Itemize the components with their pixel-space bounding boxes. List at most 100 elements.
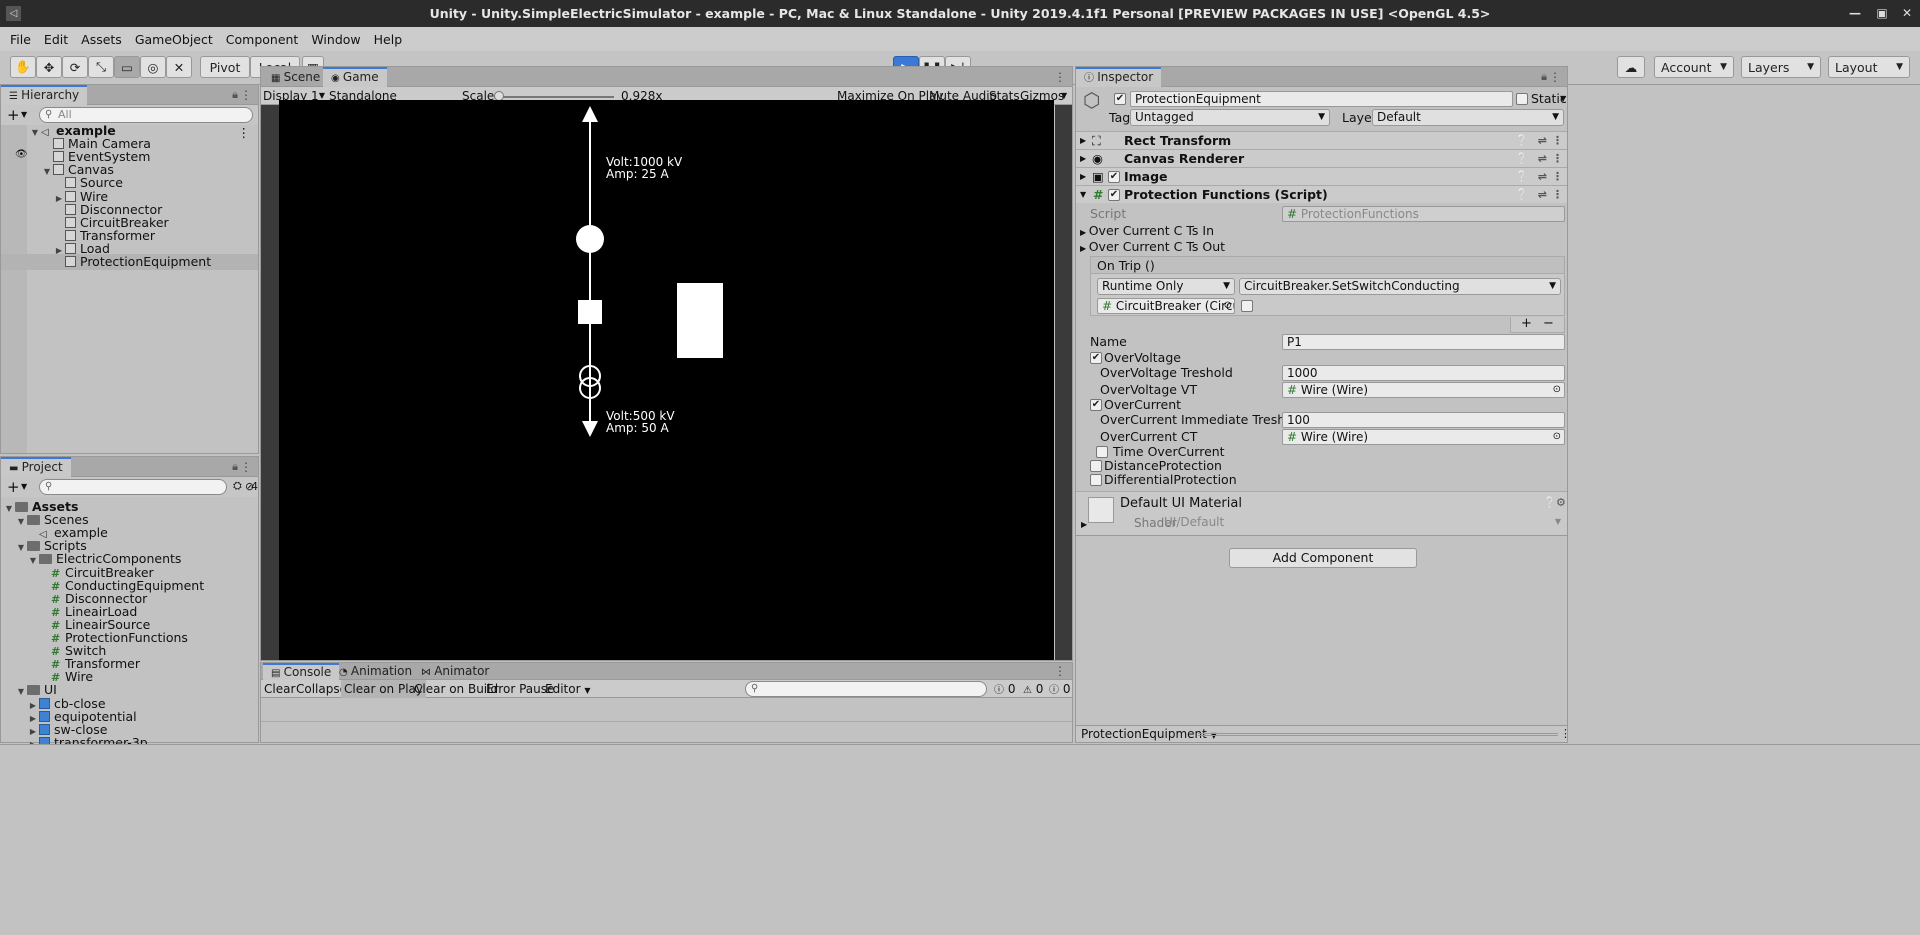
add-icon[interactable]: + — [7, 478, 20, 496]
tab-animation[interactable]: ◔ Animation — [331, 663, 420, 680]
ov-treshold-input[interactable]: 1000 — [1282, 365, 1565, 381]
preset-icon[interactable]: ⇌ — [1538, 150, 1547, 168]
pivot-button[interactable]: Pivot — [200, 56, 250, 78]
distance-checkbox[interactable] — [1090, 460, 1102, 472]
minimize-icon[interactable]: — — [1844, 0, 1866, 27]
filter-icon[interactable]: ⛭ — [233, 479, 242, 493]
kebab-icon[interactable]: ⋮ — [1552, 186, 1563, 204]
object-picker-icon[interactable]: ⊙ — [1553, 383, 1561, 397]
hierarchy-item[interactable]: ProtectionEquipment — [1, 254, 258, 270]
object-picker-icon[interactable]: ⊙ — [1224, 299, 1232, 313]
image-enabled-checkbox[interactable]: ✔ — [1108, 171, 1120, 183]
remove-listener-icon[interactable]: − — [1543, 317, 1554, 331]
menu-help[interactable]: Help — [374, 32, 403, 47]
help-icon[interactable]: ❔ — [1515, 150, 1529, 168]
kebab-icon[interactable]: ⋮ — [1054, 664, 1066, 678]
tab-scene[interactable]: ▦ Scene — [263, 67, 328, 87]
kebab-icon[interactable]: ⋮ — [1560, 727, 1571, 740]
preview-dropdown[interactable]: ProtectionEquipment ▼ — [1081, 727, 1217, 741]
tab-hierarchy[interactable]: ☰ Hierarchy — [1, 85, 88, 105]
preset-icon[interactable]: ⇌ — [1538, 168, 1547, 186]
preset-icon[interactable]: ⇌ — [1538, 132, 1547, 150]
help-icon[interactable]: ❔ — [1515, 132, 1529, 150]
ct-out-foldout[interactable]: ▶ Over Current C Ts Out — [1080, 238, 1567, 256]
add-listener-icon[interactable]: + — [1521, 317, 1532, 331]
lock-icon[interactable]: 🔒︎ — [232, 460, 238, 474]
kebab-icon[interactable]: ⋮ — [240, 88, 252, 102]
tab-project[interactable]: ▬ Project — [1, 457, 71, 477]
warning-count[interactable]: ⚠ 0 — [1023, 680, 1043, 700]
kebab-icon[interactable]: ⋮ — [1054, 70, 1066, 84]
preset-icon[interactable]: ⇌ — [1538, 186, 1547, 204]
move-tool-icon[interactable]: ✥ — [36, 56, 62, 78]
component-protection-functions[interactable]: ▼ # ✔ Protection Functions (Script) ❔ ⇌ ⋮ — [1076, 185, 1567, 203]
tab-game[interactable]: ◉ Game — [323, 67, 387, 87]
tag-dropdown[interactable]: Untagged ▼ — [1130, 109, 1330, 126]
kebab-icon[interactable]: ⋮ — [240, 460, 252, 474]
help-icon[interactable]: ❔ — [1515, 186, 1529, 204]
menu-window[interactable]: Window — [311, 32, 360, 47]
component-image[interactable]: ▶ ▣ ✔ Image ❔ ⇌ ⋮ — [1076, 167, 1567, 185]
kebab-icon[interactable]: ⋮ — [1552, 132, 1563, 150]
console-search-input[interactable]: ⚲ — [745, 681, 987, 697]
differential-checkbox[interactable] — [1090, 474, 1102, 486]
event-bool-checkbox[interactable] — [1241, 300, 1253, 312]
component-canvas-renderer[interactable]: ▶ ◉ Canvas Renderer ❔ ⇌ ⋮ — [1076, 149, 1567, 167]
error-count[interactable]: ⓘ 0 — [1049, 680, 1070, 700]
tab-console[interactable]: ▤ Console — [263, 663, 340, 680]
chevron-down-icon[interactable]: ▼ — [21, 110, 27, 119]
active-checkbox[interactable]: ✔ — [1114, 93, 1126, 105]
rotate-tool-icon[interactable]: ⟳ — [62, 56, 88, 78]
maximize-icon[interactable]: ▣ — [1871, 0, 1893, 27]
runtime-dropdown[interactable]: Runtime Only ▼ — [1097, 278, 1235, 295]
lock-icon[interactable]: 🔒︎ — [1541, 70, 1547, 84]
kebab-icon[interactable]: ⋮ — [1549, 70, 1561, 84]
target-object-field[interactable]: # CircuitBreaker (CircuitBr⊙ — [1097, 298, 1235, 314]
chevron-down-icon[interactable]: ▼ — [21, 482, 27, 491]
project-search-input[interactable]: ⚲ — [39, 479, 227, 495]
preview-drag-handle[interactable] — [1198, 733, 1558, 736]
chevron-down-icon[interactable]: ▼ — [1061, 91, 1067, 100]
expand-arrow-icon[interactable]: ▶ — [1081, 520, 1087, 529]
menu-edit[interactable]: Edit — [44, 32, 68, 47]
function-dropdown[interactable]: CircuitBreaker.SetSwitchConducting ▼ — [1239, 278, 1561, 295]
account-dropdown[interactable]: Account ▼ — [1654, 56, 1734, 78]
kebab-icon[interactable]: ⋮ — [1552, 168, 1563, 186]
name-input[interactable]: P1 — [1282, 334, 1565, 350]
component-rect-transform[interactable]: ▶ ⛶ Rect Transform ❔ ⇌ ⋮ — [1076, 131, 1567, 149]
visibility-icon[interactable]: 👁︎ — [15, 149, 28, 160]
layout-dropdown[interactable]: Layout ▼ — [1828, 56, 1910, 78]
help-icon[interactable]: ❔ — [1515, 168, 1529, 186]
rect-tool-icon[interactable]: ▭ — [114, 56, 140, 78]
oc-imm-input[interactable]: 100 — [1282, 412, 1565, 428]
layer-dropdown[interactable]: Default ▼ — [1372, 109, 1564, 126]
chevron-down-icon[interactable]: ▼ — [1560, 94, 1566, 103]
overcurrent-checkbox[interactable]: ✔ — [1090, 399, 1102, 411]
menu-component[interactable]: Component — [226, 32, 299, 47]
hand-tool-icon[interactable]: ✋ — [10, 56, 36, 78]
close-icon[interactable]: ✕ — [1896, 0, 1918, 27]
menu-assets[interactable]: Assets — [81, 32, 122, 47]
custom-tool-icon[interactable]: ✕ — [166, 56, 192, 78]
scale-tool-icon[interactable]: ⤡ — [88, 56, 114, 78]
cloud-icon[interactable]: ☁ — [1617, 56, 1645, 78]
overvoltage-checkbox[interactable]: ✔ — [1090, 352, 1102, 364]
add-component-button[interactable]: Add Component — [1229, 548, 1417, 568]
tab-inspector[interactable]: ⓘ Inspector — [1076, 67, 1162, 87]
collapse-button[interactable]: Collapse — [296, 680, 347, 698]
static-checkbox[interactable] — [1516, 93, 1528, 105]
script-enabled-checkbox[interactable]: ✔ — [1108, 189, 1120, 201]
kebab-icon[interactable]: ⋮ — [1552, 150, 1563, 168]
menu-file[interactable]: File — [10, 32, 31, 47]
editor-dropdown[interactable]: Editor ▼ — [545, 680, 591, 700]
log-count[interactable]: ⓘ 0 — [994, 680, 1015, 700]
object-picker-icon[interactable]: ⊙ — [1553, 430, 1561, 444]
tab-animator[interactable]: ⋈ Animator — [413, 663, 497, 680]
game-viewport[interactable]: Volt:1000 kV Amp: 25 A Volt:500 kV Amp: … — [279, 100, 1054, 660]
scale-slider[interactable] — [494, 96, 614, 98]
object-name-input[interactable]: ProtectionEquipment — [1130, 91, 1513, 107]
layers-dropdown[interactable]: Layers ▼ — [1741, 56, 1821, 78]
lock-icon[interactable]: 🔒︎ — [232, 88, 238, 102]
menu-gameobject[interactable]: GameObject — [135, 32, 213, 47]
gear-icon[interactable]: ⚙ — [1556, 496, 1566, 509]
